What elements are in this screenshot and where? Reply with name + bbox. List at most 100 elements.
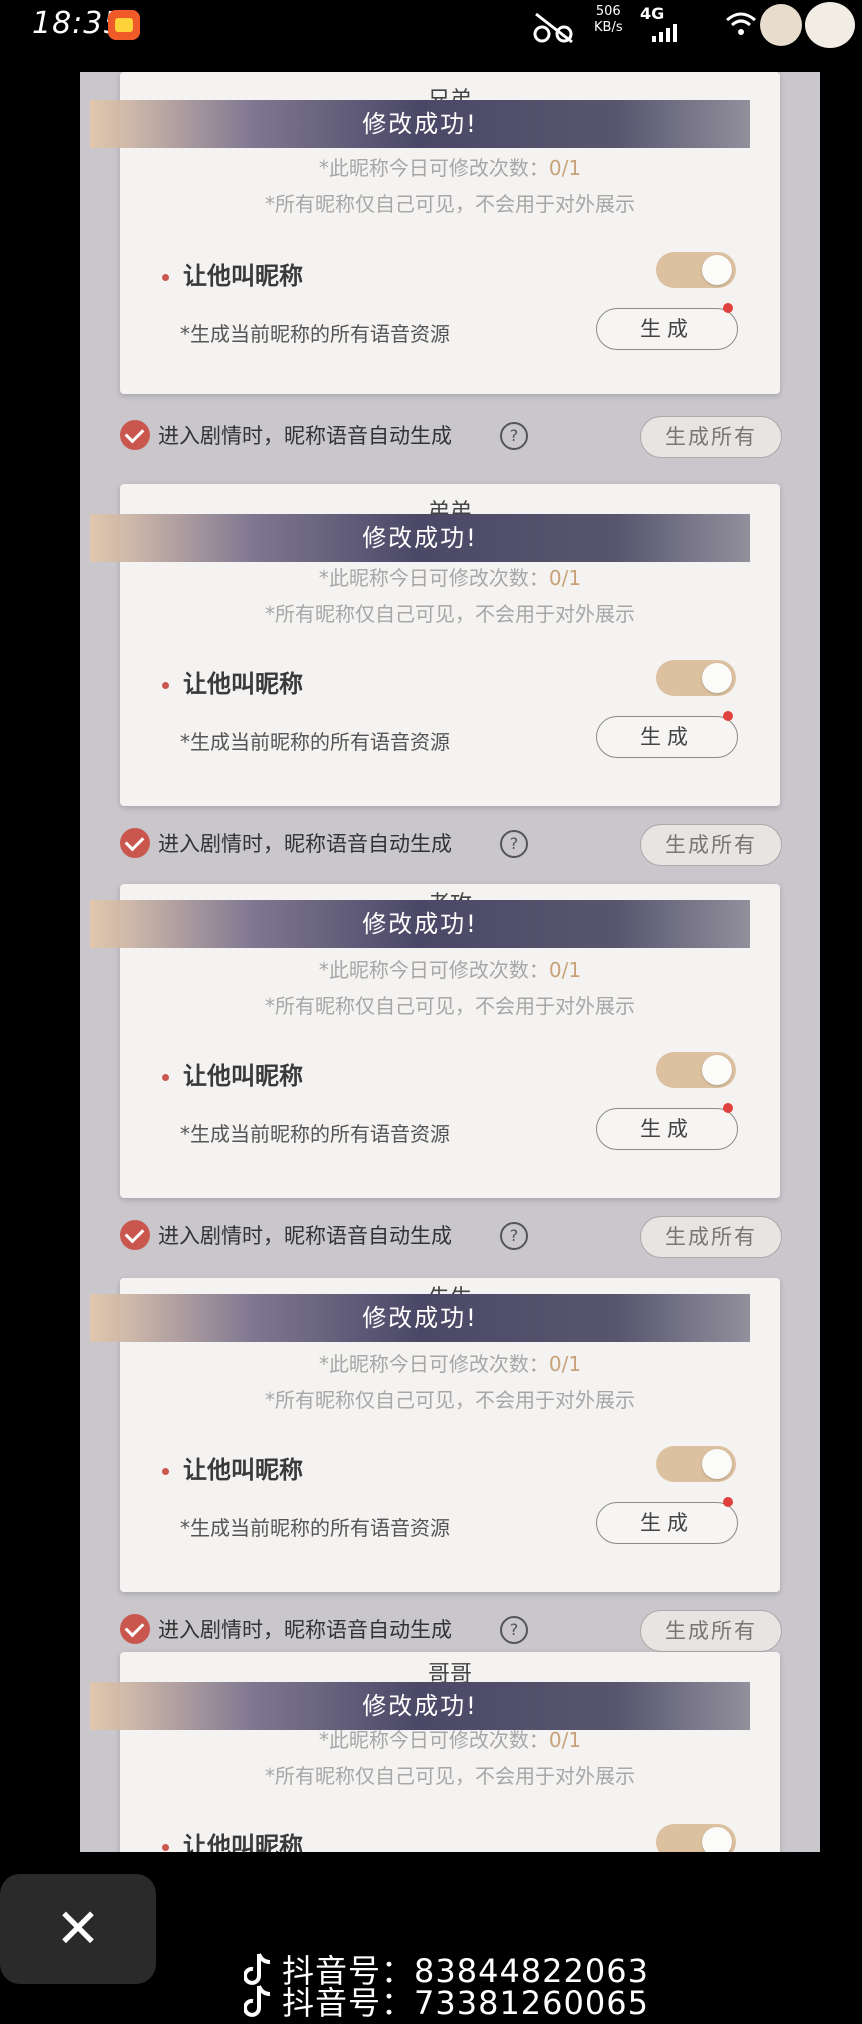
close-icon: ✕ [55,1897,101,1960]
generate-button[interactable]: 生成 [596,711,738,758]
success-toast: 修改成功! [90,100,750,148]
nickname-toggle[interactable] [656,252,736,288]
sticker-icon [760,4,802,46]
nickname-label: 让他叫昵称 [162,1056,303,1091]
checkbox-checked-icon[interactable] [120,828,150,858]
limit-text: *此昵称今日可修改次数： [318,1728,549,1752]
toggle-knob [702,663,732,693]
checkbox-checked-icon[interactable] [120,1614,150,1644]
generate-button-label: 生成 [640,725,694,749]
toggle-knob [702,1827,732,1852]
signal-icon [652,24,678,42]
generate-all-button[interactable]: 生成所有 [640,1216,782,1258]
auto-generate-row: 进入剧情时，昵称语音自动生成 ? 生成所有 [80,406,820,466]
wifi-icon [726,12,756,35]
net-speed: 506 KB/s [594,4,623,36]
nickname-toggle[interactable] [656,660,736,696]
help-icon[interactable]: ? [500,1222,528,1250]
generate-description: *生成当前昵称的所有语音资源 [180,1516,450,1540]
limit-value: 0/1 [548,156,582,180]
douyin-logo-icon [244,1985,271,2017]
limit-value: 0/1 [548,1352,582,1376]
net-speed-unit: KB/s [594,20,623,35]
privacy-note: *所有昵称仅自己可见，不会用于对外展示 [265,1764,635,1788]
nickname-toggle[interactable] [656,1446,736,1482]
privacy-note: *所有昵称仅自己可见，不会用于对外展示 [265,192,635,216]
auto-generate-label: 进入剧情时，昵称语音自动生成 [158,1618,452,1642]
generate-button[interactable]: 生成 [596,303,738,350]
auto-generate-row: 进入剧情时，昵称语音自动生成 ? 生成所有 [80,814,820,874]
douyin-id-text: 抖音号：73381260065 [282,1984,649,2022]
nickname-label-text: 让他叫昵称 [183,262,303,290]
bullet-dot [162,1073,169,1081]
toggle-knob [702,1449,732,1479]
red-dot-badge [723,1497,733,1507]
generate-description: *生成当前昵称的所有语音资源 [180,730,450,754]
help-icon[interactable]: ? [500,1616,528,1644]
bullet-dot [162,273,169,281]
game-viewport: 兄弟 *此昵称今日可修改次数：0/1 *所有昵称仅自己可见，不会用于对外展示 让… [80,72,820,1852]
generate-button[interactable]: 生成 [596,1497,738,1544]
bullet-dot [162,1843,169,1851]
app-icon [108,10,140,40]
success-toast: 修改成功! [90,514,750,562]
limit-value: 0/1 [548,1728,582,1752]
generate-description: *生成当前昵称的所有语音资源 [180,1122,450,1146]
close-button[interactable]: ✕ [0,1874,156,1984]
generate-button-label: 生成 [640,317,694,341]
checkbox-checked-icon[interactable] [120,420,150,450]
checkbox-checked-icon[interactable] [120,1220,150,1250]
generate-all-button[interactable]: 生成所有 [640,1610,782,1652]
douyin-watermark-2: 抖音号：73381260065 [244,1978,649,2024]
generate-button[interactable]: 生成 [596,1103,738,1150]
net-speed-value: 506 [595,4,621,19]
help-icon[interactable]: ? [500,422,528,450]
nickname-label-text: 让他叫昵称 [183,1456,303,1484]
nickname-label: 让他叫昵称 [162,256,303,291]
auto-generate-label: 进入剧情时，昵称语音自动生成 [158,1224,452,1248]
privacy-note: *所有昵称仅自己可见，不会用于对外展示 [265,1388,635,1412]
success-toast: 修改成功! [90,900,750,948]
limit-text: *此昵称今日可修改次数： [318,156,549,180]
limit-text: *此昵称今日可修改次数： [318,566,549,590]
muted-icon [533,12,573,44]
generate-button-label: 生成 [640,1511,694,1535]
generate-all-button[interactable]: 生成所有 [640,824,782,866]
status-bar: 18:35 506 KB/s 4G [0,0,862,52]
generate-description: *生成当前昵称的所有语音资源 [180,322,450,346]
red-dot-badge [723,303,733,313]
modify-limit: *此昵称今日可修改次数：0/1 [120,1348,780,1377]
bullet-dot [162,681,169,689]
modify-limit: *此昵称今日可修改次数：0/1 [120,954,780,983]
auto-generate-label: 进入剧情时，昵称语音自动生成 [158,424,452,448]
limit-value: 0/1 [548,566,582,590]
toggle-knob [702,255,732,285]
limit-text: *此昵称今日可修改次数： [318,958,549,982]
nickname-label-text: 让他叫昵称 [183,1062,303,1090]
privacy-note: *所有昵称仅自己可见，不会用于对外展示 [265,602,635,626]
sticker-icon [805,2,855,48]
red-dot-badge [723,1103,733,1113]
nickname-label: 让他叫昵称 [162,664,303,699]
nickname-toggle[interactable] [656,1052,736,1088]
network-type: 4G [640,4,665,23]
auto-generate-label: 进入剧情时，昵称语音自动生成 [158,832,452,856]
help-icon[interactable]: ? [500,830,528,858]
success-toast: 修改成功! [90,1682,750,1730]
modify-limit: *此昵称今日可修改次数：0/1 [120,152,780,181]
red-dot-badge [723,711,733,721]
modify-limit: *此昵称今日可修改次数：0/1 [120,562,780,591]
nickname-label-text: 让他叫昵称 [183,1832,303,1852]
nickname-toggle[interactable] [656,1824,736,1852]
bullet-dot [162,1467,169,1475]
limit-value: 0/1 [548,958,582,982]
success-toast: 修改成功! [90,1294,750,1342]
privacy-note: *所有昵称仅自己可见，不会用于对外展示 [265,994,635,1018]
auto-generate-row: 进入剧情时，昵称语音自动生成 ? 生成所有 [80,1600,820,1660]
generate-all-button[interactable]: 生成所有 [640,416,782,458]
auto-generate-row: 进入剧情时，昵称语音自动生成 ? 生成所有 [80,1206,820,1266]
generate-button-label: 生成 [640,1117,694,1141]
nickname-label-text: 让他叫昵称 [183,670,303,698]
limit-text: *此昵称今日可修改次数： [318,1352,549,1376]
nickname-label: 让他叫昵称 [162,1826,303,1852]
